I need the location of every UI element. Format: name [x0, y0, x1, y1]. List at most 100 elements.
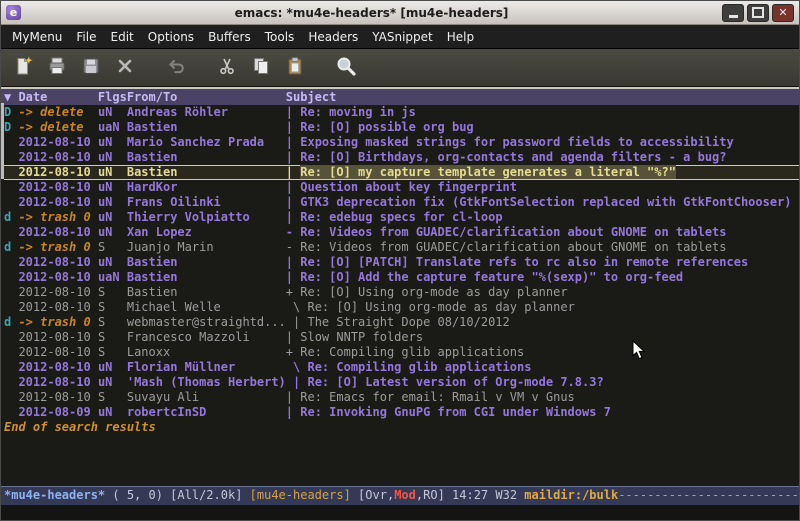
from-cell: Frans Oilinki: [127, 195, 286, 209]
flags-cell: uN: [98, 150, 127, 164]
header-row[interactable]: 2012-08-10 uN Xan Lopez - Re: Videos fro…: [4, 225, 799, 240]
header-row[interactable]: 2012-08-10 S Francesco Mazzoli | Slow NN…: [4, 330, 799, 345]
minimize-button[interactable]: [722, 4, 744, 22]
titlebar[interactable]: e emacs: *mu4e-headers* [mu4e-headers] ✕: [1, 1, 799, 25]
menu-headers[interactable]: Headers: [301, 27, 365, 47]
mark-cell: [4, 195, 18, 209]
close-button[interactable]: [109, 53, 140, 82]
mark-cell: [4, 330, 18, 344]
thread-prefix: |: [293, 375, 307, 389]
menu-tools[interactable]: Tools: [258, 27, 302, 47]
mark-cell: [4, 180, 18, 194]
flags-cell: uN: [98, 165, 127, 179]
thread-prefix: \: [286, 360, 308, 374]
subject-cell: Re: Videos from GUADEC/clarification abo…: [300, 240, 726, 254]
header-row[interactable]: 2012-08-10 uaN Bastien | Re: [O] Add the…: [4, 270, 799, 285]
flags-cell: S: [98, 240, 127, 254]
header-row[interactable]: 2012-08-10 S Bastien + Re: [O] Using org…: [4, 285, 799, 300]
undo-button[interactable]: [160, 53, 191, 82]
flags-cell: S: [98, 285, 127, 299]
search-button[interactable]: [330, 53, 361, 82]
modeline-segment: *mu4e-headers*: [4, 488, 105, 502]
date-cell: 2012-08-10: [18, 180, 97, 194]
maximize-button[interactable]: [747, 4, 769, 22]
menu-help[interactable]: Help: [440, 27, 481, 47]
header-row[interactable]: 2012-08-10 S Suvayu Ali | Re: Emacs for …: [4, 390, 799, 405]
mark-cell: d: [4, 210, 18, 224]
print-button[interactable]: [41, 53, 72, 82]
paste-icon: [285, 56, 305, 80]
from-cell: Suvayu Ali: [127, 390, 286, 404]
header-row[interactable]: 2012-08-10 uN Frans Oilinki | GTK3 depre…: [4, 195, 799, 210]
headers-column-header[interactable]: ▼ Date FlgsFrom/To Subject: [1, 89, 799, 105]
subject-cell: Re: [O] Birthdays, org-contacts and agen…: [300, 150, 726, 164]
minimize-icon: [729, 15, 738, 18]
flags-cell: uN: [98, 195, 127, 209]
mark-cell: [4, 405, 18, 419]
header-row[interactable]: 2012-08-10 uN Bastien | Re: [O] [PATCH] …: [4, 255, 799, 270]
new-file-button[interactable]: [7, 53, 38, 82]
flags-cell: S: [98, 315, 127, 329]
window-controls: ✕: [722, 4, 794, 22]
header-row[interactable]: D -> delete uaN Bastien | Re: [O] possib…: [4, 120, 799, 135]
subject-cell: Re: moving in js: [300, 105, 416, 119]
from-cell: Michael Welle: [127, 300, 286, 314]
modeline-segment: [mu4e-headers]: [250, 488, 351, 502]
flags-cell: S: [98, 330, 127, 344]
thread-prefix: \: [286, 300, 308, 314]
from-cell: Bastien: [127, 285, 286, 299]
thread-prefix: |: [286, 210, 300, 224]
menu-options[interactable]: Options: [141, 27, 201, 47]
menu-file[interactable]: File: [69, 27, 103, 47]
echo-area[interactable]: [1, 505, 799, 520]
save-icon: [81, 56, 101, 80]
header-row[interactable]: 2012-08-10 uN HardKor | Question about k…: [4, 180, 799, 195]
toolbar-separator: [313, 55, 327, 81]
subject-cell: The Straight Dope 08/10/2012: [307, 315, 509, 329]
header-row[interactable]: d -> trash 0 S webmaster@straightd... | …: [4, 315, 799, 330]
window-title: emacs: *mu4e-headers* [mu4e-headers]: [21, 6, 722, 20]
close-button[interactable]: ✕: [772, 4, 794, 22]
header-row[interactable]: D -> delete uN Andreas Röhler | Re: movi…: [4, 105, 799, 120]
menu-yasnippet[interactable]: YASnippet: [365, 27, 440, 47]
scrollbar-thumb[interactable]: [1, 103, 4, 179]
flags-cell: uaN: [98, 120, 127, 134]
mark-cell: d: [4, 315, 18, 329]
mark-target-cell: -> delete: [18, 120, 97, 134]
paste-button[interactable]: [279, 53, 310, 82]
header-row[interactable]: d -> trash 0 S Juanjo Marin - Re: Videos…: [4, 240, 799, 255]
copy-button[interactable]: [245, 53, 276, 82]
header-row[interactable]: 2012-08-10 uN 'Mash (Thomas Herbert) | R…: [4, 375, 799, 390]
mark-cell: [4, 345, 18, 359]
modeline[interactable]: *mu4e-headers* ( 5, 0) [All/2.0k] [mu4e-…: [1, 486, 799, 505]
menu-edit[interactable]: Edit: [104, 27, 141, 47]
modeline-segment: 14:27 W32: [452, 488, 524, 502]
menu-buffers[interactable]: Buffers: [201, 27, 258, 47]
mark-cell: [4, 360, 18, 374]
save-button[interactable]: [75, 53, 106, 82]
close-icon: ✕: [778, 7, 787, 18]
header-row[interactable]: d -> trash 0 uN Thierry Volpiatto | Re: …: [4, 210, 799, 225]
mark-cell: [4, 390, 18, 404]
menu-mymenu[interactable]: MyMenu: [5, 27, 69, 47]
header-row[interactable]: 2012-08-10 uN Bastien | Re: [O] Birthday…: [4, 150, 799, 165]
thread-prefix: |: [286, 135, 300, 149]
flags-cell: S: [98, 345, 127, 359]
header-row[interactable]: 2012-08-10 uN Bastien | Re: [O] my captu…: [4, 165, 799, 180]
header-row[interactable]: 2012-08-09 uN robertcInSD | Re: Invoking…: [4, 405, 799, 420]
modeline-segment: Mod: [394, 488, 416, 502]
subject-cell: Re: [O] possible org bug: [300, 120, 473, 134]
undo-icon: [166, 56, 186, 80]
header-row[interactable]: 2012-08-10 S Michael Welle \ Re: [O] Usi…: [4, 300, 799, 315]
toolbar-separator: [143, 55, 157, 81]
thread-prefix: |: [286, 255, 300, 269]
date-cell: 2012-08-09: [18, 405, 97, 419]
header-row[interactable]: 2012-08-10 uN Mario Sanchez Prada | Expo…: [4, 135, 799, 150]
from-cell: Bastien: [127, 120, 286, 134]
toolbar: [1, 49, 799, 87]
flags-cell: uN: [98, 360, 127, 374]
header-row[interactable]: 2012-08-10 uN Florian Müllner \ Re: Comp…: [4, 360, 799, 375]
cut-button[interactable]: [211, 53, 242, 82]
header-row[interactable]: 2012-08-10 S Lanoxx + Re: Compiling glib…: [4, 345, 799, 360]
headers-list: D -> delete uN Andreas Röhler | Re: movi…: [1, 105, 799, 420]
